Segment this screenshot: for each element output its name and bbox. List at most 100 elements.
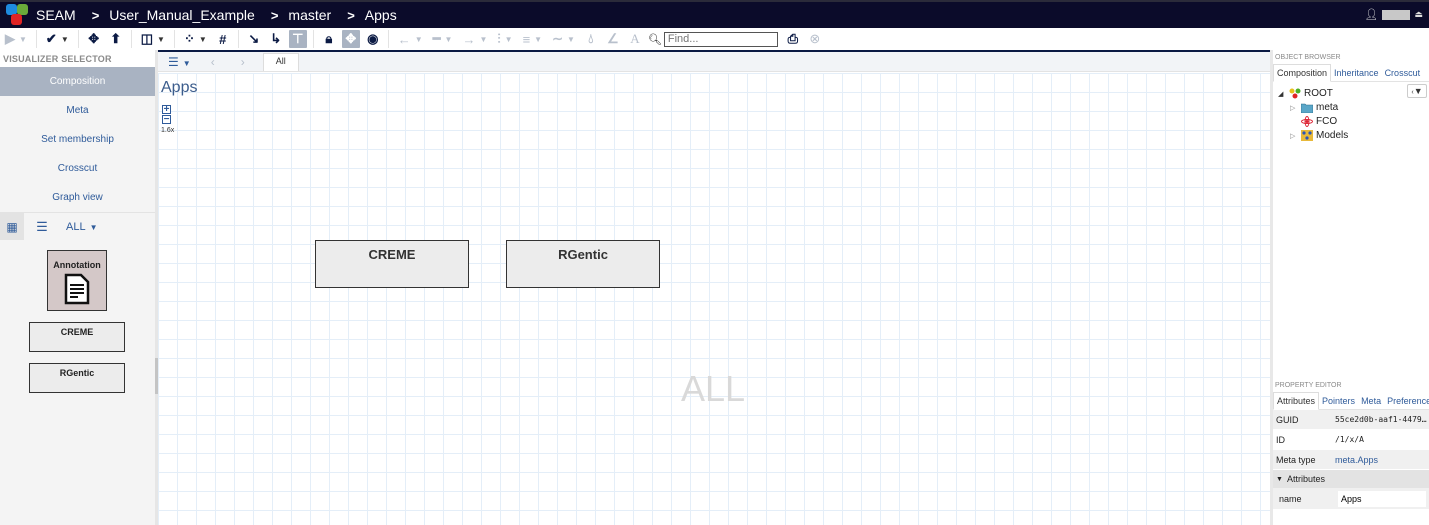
tree-button[interactable]: ⊤ [288, 30, 307, 48]
models-icon [1301, 130, 1313, 141]
hash-icon: # [219, 31, 227, 47]
aspect-list-button[interactable]: ☰ ▼ [168, 55, 191, 69]
tree-node-root[interactable]: ◢ ROOT [1278, 88, 1333, 99]
part-tile-rgentic[interactable]: RGentic [29, 363, 125, 393]
breadcrumb-node[interactable]: Apps [365, 7, 397, 23]
move-icon: ✥ [345, 31, 357, 46]
tree-node-meta[interactable]: ▷ meta [1290, 102, 1338, 113]
grid-icon: ⁘ [183, 31, 195, 46]
node-rgentic[interactable]: RGentic [506, 240, 660, 288]
check-button[interactable]: ✔ ▼ [43, 30, 72, 48]
tab-composition[interactable]: Composition [1273, 64, 1332, 82]
part-tile-annotation[interactable]: Annotation [47, 250, 107, 311]
tab-preferences[interactable]: Preferences [1384, 393, 1429, 409]
back-button[interactable]: ‹ [211, 55, 215, 69]
move-button[interactable]: ✥ [85, 30, 103, 48]
arrow-end-button[interactable]: → ▼ [459, 30, 490, 48]
filter-button[interactable]: ‹▼ [1407, 84, 1427, 98]
print-icon: ⎙ [787, 31, 799, 46]
zoom-level: 1.6x [161, 127, 175, 134]
find-input[interactable] [663, 31, 778, 47]
chevron-down-icon: ▼ [479, 34, 488, 44]
tree-node-models[interactable]: ▷ Models [1290, 130, 1348, 141]
chevron-left-icon: ‹ [210, 54, 215, 69]
fill-color-button[interactable]: 💧︎ [582, 30, 600, 48]
clear-button[interactable]: ⊗ [806, 30, 824, 48]
play-button[interactable]: ▶ ▼ [2, 30, 30, 48]
visualizer-set-membership[interactable]: Set membership [0, 125, 155, 154]
tab-inheritance[interactable]: Inheritance [1331, 65, 1382, 81]
breadcrumb-branch[interactable]: master [288, 7, 331, 23]
name-input[interactable] [1338, 490, 1426, 507]
atom-icon [1301, 116, 1313, 127]
visualizer-graph-view[interactable]: Graph view [0, 183, 155, 212]
list-view-button[interactable]: ☰ [30, 213, 54, 240]
pan-button[interactable]: ✥ [341, 30, 360, 48]
visualizer-crosscut[interactable]: Crosscut [0, 154, 155, 183]
zoom-out-button[interactable]: − [162, 115, 171, 125]
app-name[interactable]: SEAM [36, 7, 76, 23]
forward-button[interactable]: › [241, 55, 245, 69]
border-color-button[interactable]: ∠ [604, 30, 622, 48]
chevron-down-icon: ▼ [198, 34, 207, 44]
line-style-button[interactable]: ∼ ▼ [549, 30, 578, 48]
line-type-button[interactable]: ⫶ ▼ [494, 30, 515, 48]
attributes-section-header[interactable]: ▼ Attributes [1273, 470, 1429, 488]
eject-icon[interactable]: ⏏ [1414, 9, 1423, 20]
list-icon: ☰ [36, 218, 48, 234]
chevron-down-icon: ▼ [60, 34, 69, 44]
line-pattern-button[interactable]: ━ ▼ [430, 30, 456, 48]
arrow-start-button[interactable]: ← ▼ [395, 30, 426, 48]
eye-button[interactable]: ◉ [364, 30, 382, 48]
canvas-title: Apps [161, 79, 198, 96]
hash-button[interactable]: # [214, 30, 232, 48]
diagram-canvas[interactable]: Apps + − 1.6x CREME RGentic ALL [158, 73, 1270, 525]
section-label: Attributes [1286, 474, 1325, 484]
tab-meta[interactable]: Meta [1358, 393, 1384, 409]
list-icon: ☰ [168, 54, 179, 69]
tab-attributes[interactable]: Attributes [1273, 392, 1320, 410]
property-value: 55ce2d0b-aaf1-4479… [1335, 415, 1427, 424]
elbow-connect-button[interactable]: ↳ [267, 30, 285, 48]
line-width-button[interactable]: ≡ ▼ [520, 30, 546, 48]
property-row-id: ID /1/x/A [1273, 430, 1429, 450]
part-browser-toolbar: ▦ ☰ ALL ▼ [0, 212, 155, 240]
seam-logo[interactable] [4, 2, 30, 28]
print-button[interactable]: ⎙ [784, 30, 802, 48]
collapsed-icon: ▷ [1290, 104, 1296, 112]
grid-button[interactable]: ⁘ ▼ [181, 30, 210, 48]
visualizer-meta[interactable]: Meta [0, 96, 155, 125]
property-editor-title: PROPERTY EDITOR [1275, 382, 1342, 389]
arrow-up-button[interactable]: ⬆ [107, 30, 125, 48]
part-filter-dropdown[interactable]: ALL ▼ [66, 221, 98, 233]
property-key: name [1279, 493, 1302, 504]
columns-button[interactable]: ◫ ▼ [138, 30, 168, 48]
text-color-button[interactable]: A [626, 30, 644, 48]
visualizer-composition[interactable]: Composition [0, 67, 155, 96]
tab-all[interactable]: All [262, 53, 299, 71]
tree-node-fco[interactable]: FCO [1290, 116, 1337, 127]
meta-type-link[interactable]: meta.Apps [1335, 455, 1429, 465]
tab-pointers[interactable]: Pointers [1319, 393, 1358, 409]
chevron-down-icon: ▼ [504, 34, 513, 44]
lock-button[interactable]: 🔒︎ [320, 30, 338, 48]
part-tile-creme[interactable]: CREME [29, 322, 125, 352]
toolbar-divider [173, 30, 175, 48]
check-circle-icon: ✔ [45, 31, 57, 46]
toolbar-divider [237, 30, 239, 48]
tab-crosscut[interactable]: Crosscut [1382, 65, 1424, 81]
document-icon [64, 273, 90, 305]
arrow-left-icon: ← [397, 31, 411, 47]
node-creme[interactable]: CREME [315, 240, 469, 288]
user-menu[interactable]: 👤︎ ⏏ [1365, 8, 1423, 21]
breadcrumb-project[interactable]: User_Manual_Example [109, 7, 255, 23]
node-label: RGentic [558, 247, 608, 262]
part-label: Annotation [53, 260, 101, 270]
tile-view-button[interactable]: ▦ [0, 213, 24, 240]
chevron-down-icon: ▼ [89, 222, 98, 232]
part-label: RGentic [59, 368, 95, 378]
property-value: /1/x/A [1335, 435, 1364, 444]
collapse-icon: ▼ [1276, 475, 1283, 483]
connect-button[interactable]: ↘ [245, 30, 263, 48]
zoom-in-button[interactable]: + [162, 105, 171, 115]
